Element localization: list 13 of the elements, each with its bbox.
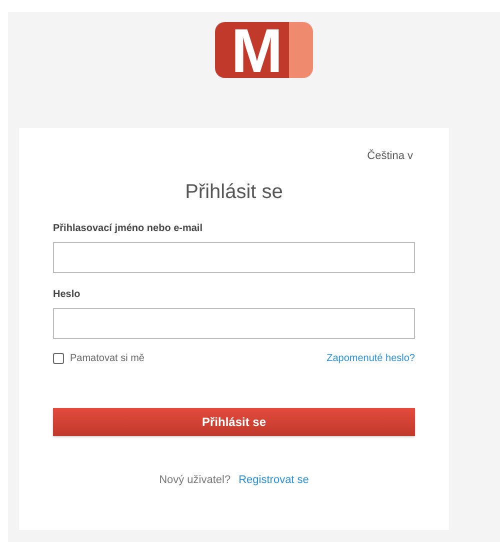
remember-checkbox[interactable] <box>53 352 64 364</box>
input-field[interactable] <box>53 242 415 272</box>
language-selector[interactable]: Čeština v <box>367 148 413 164</box>
input-field[interactable] <box>53 308 415 338</box>
register-link[interactable]: Registrovat se <box>238 472 309 488</box>
page-title: Přihlásit se <box>184 180 284 204</box>
new-user-prompt: Nový uživatel? <box>159 472 231 488</box>
forgot-password-link[interactable]: Zapomenuté heslo? <box>326 350 415 366</box>
field-label: Heslo <box>53 288 82 302</box>
login-button[interactable]: Přihlásit se <box>53 408 415 436</box>
remember-label: Pamatovat si mě <box>70 352 144 366</box>
field-label: Přihlasovací jméno nebo e-mail <box>53 222 204 236</box>
logo: M <box>215 22 313 78</box>
